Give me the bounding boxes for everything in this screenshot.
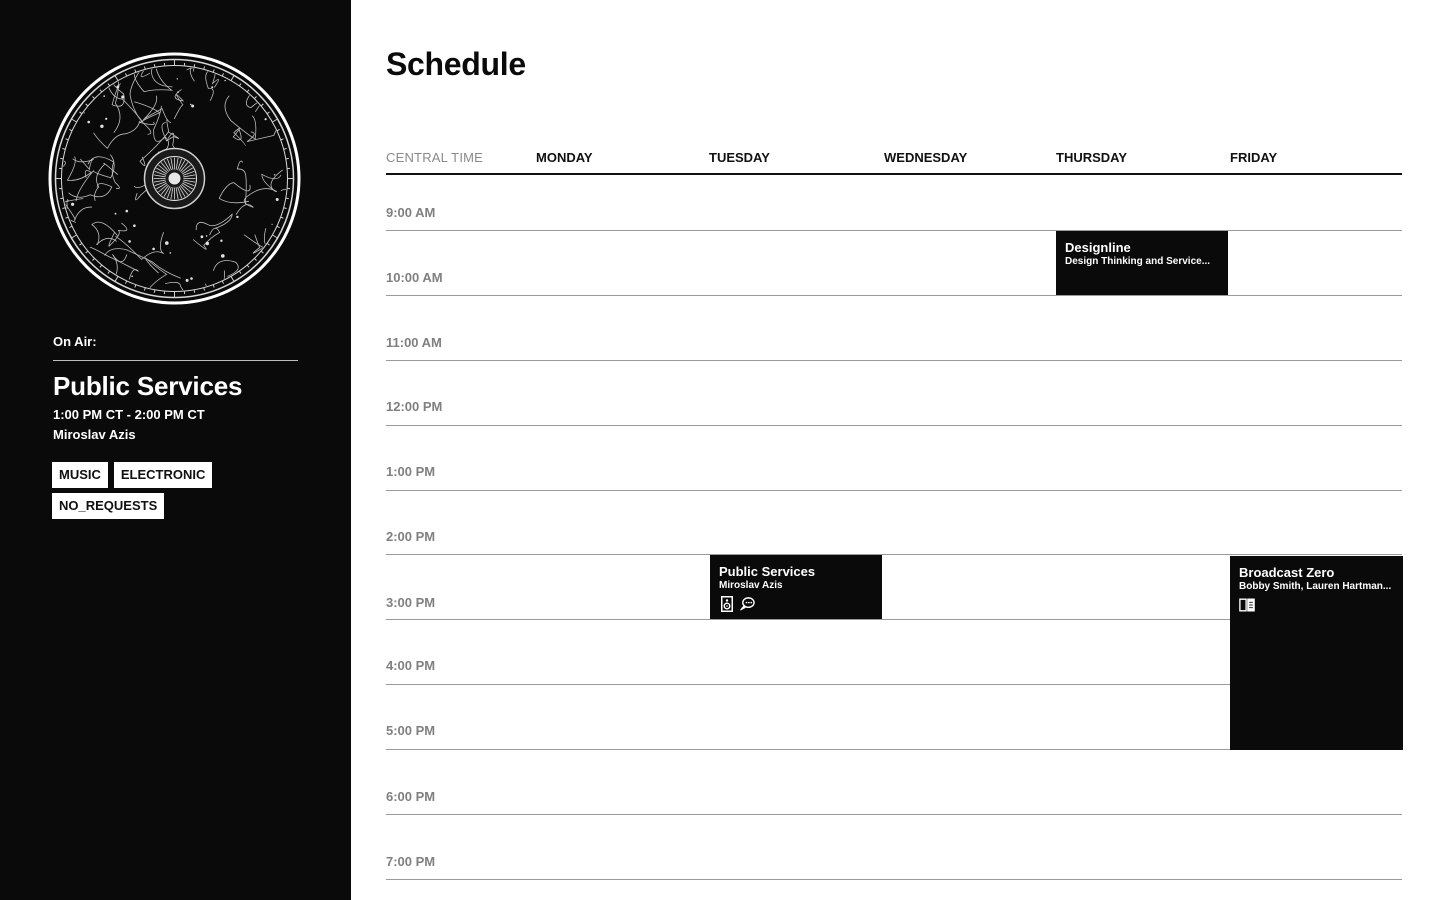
tag-electronic[interactable]: ELECTRONIC [113, 462, 213, 488]
time-label: 9:00 AM [386, 205, 436, 220]
row-divider [386, 554, 1402, 555]
event-icons [719, 596, 873, 612]
column-header-monday: MONDAY [536, 150, 593, 165]
column-header-tuesday: TUESDAY [709, 150, 770, 165]
page-title: Schedule [386, 46, 526, 82]
time-label: 6:00 PM [386, 789, 436, 804]
column-header-wednesday: WEDNESDAY [884, 150, 968, 165]
time-label: 1:00 PM [386, 464, 436, 479]
show-artwork [48, 52, 301, 305]
event-title: Designline [1065, 240, 1131, 255]
event-card-designline[interactable]: Designline Design Thinking and Service..… [1056, 231, 1228, 295]
column-header-timezone: CENTRAL TIME [386, 150, 484, 165]
on-air-show-title[interactable]: Public Services [53, 371, 242, 402]
on-air-time-range: 1:00 PM CT - 2:00 PM CT [53, 407, 205, 422]
book-icon [1239, 597, 1255, 613]
event-subtitle: Miroslav Azis [719, 580, 783, 591]
on-air-host: Miroslav Azis [53, 427, 136, 442]
column-header-thursday: THURSDAY [1056, 150, 1128, 165]
header-divider [386, 173, 1402, 175]
row-divider [386, 360, 1402, 361]
time-label: 3:00 PM [386, 595, 436, 610]
event-card-broadcast-zero[interactable]: Broadcast Zero Bobby Smith, Lauren Hartm… [1230, 556, 1403, 750]
time-label: 4:00 PM [386, 658, 436, 673]
row-divider [386, 814, 1402, 815]
row-divider [386, 230, 1402, 231]
chat-bubble-icon [739, 596, 755, 612]
time-label: 11:00 AM [386, 335, 442, 350]
tag-music[interactable]: MUSIC [52, 462, 108, 488]
event-title: Public Services [719, 564, 816, 579]
time-label: 12:00 PM [386, 399, 443, 414]
time-label: 10:00 AM [386, 270, 443, 285]
event-card-public-services[interactable]: Public Services Miroslav Azis [710, 555, 882, 619]
time-label: 7:00 PM [386, 854, 436, 869]
tag-list: MUSIC ELECTRONIC NO_REQUESTS [52, 462, 302, 519]
divider [53, 360, 298, 361]
row-divider [386, 425, 1402, 426]
event-title: Broadcast Zero [1239, 565, 1335, 580]
row-divider [386, 295, 1402, 296]
tag-no-requests[interactable]: NO_REQUESTS [52, 493, 165, 519]
time-label: 5:00 PM [386, 723, 436, 738]
event-subtitle: Design Thinking and Service... [1065, 256, 1211, 267]
column-header-friday: FRIDAY [1230, 150, 1278, 165]
on-air-label: On Air: [53, 334, 97, 349]
event-icons [1239, 597, 1394, 613]
time-label: 2:00 PM [386, 529, 436, 544]
event-subtitle: Bobby Smith, Lauren Hartman... [1239, 581, 1392, 592]
row-divider [386, 490, 1402, 491]
row-divider [386, 879, 1402, 880]
speaker-icon [719, 596, 735, 612]
on-air-sidebar: On Air: Public Services 1:00 PM CT - 2:0… [0, 0, 351, 900]
